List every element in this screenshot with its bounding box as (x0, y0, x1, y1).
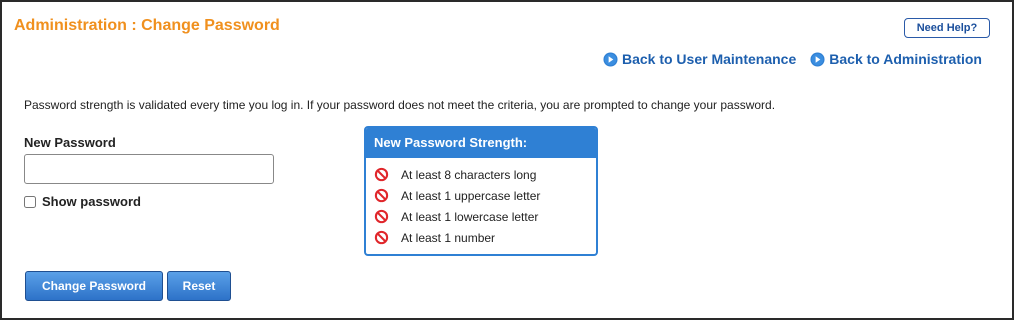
new-password-label: New Password (24, 135, 116, 150)
criteria-label: At least 1 lowercase letter (401, 209, 539, 224)
criteria-item: At least 1 uppercase letter (374, 185, 596, 206)
criteria-item: At least 1 number (374, 227, 596, 248)
reset-button[interactable]: Reset (167, 271, 231, 301)
nav-links: Back to User Maintenance Back to Adminis… (603, 51, 982, 67)
back-to-user-maintenance-label: Back to User Maintenance (621, 51, 797, 67)
prohibited-icon (374, 167, 389, 182)
arrow-right-circle-icon (810, 51, 825, 67)
change-password-button[interactable]: Change Password (25, 271, 163, 301)
criteria-label: At least 1 number (401, 230, 496, 245)
show-password-checkbox[interactable] (24, 195, 36, 208)
back-to-user-maintenance-link[interactable]: Back to User Maintenance (603, 51, 796, 67)
description-text: Password strength is validated every tim… (24, 98, 776, 112)
password-strength-panel: New Password Strength: At least 8 charac… (364, 126, 598, 256)
prohibited-icon (374, 209, 389, 224)
change-password-page: Administration : Change Password Need He… (0, 0, 1014, 320)
show-password-label: Show password (42, 194, 141, 209)
need-help-button[interactable]: Need Help? (904, 18, 990, 38)
arrow-right-circle-icon (603, 51, 618, 67)
new-password-input[interactable] (24, 154, 274, 184)
page-title: Administration : Change Password (14, 17, 280, 34)
criteria-list: At least 8 characters long At least 1 up… (366, 158, 596, 248)
password-strength-heading: New Password Strength: (366, 128, 596, 158)
criteria-label: At least 8 characters long (401, 167, 537, 182)
criteria-item: At least 8 characters long (374, 164, 596, 185)
prohibited-icon (374, 230, 389, 245)
criteria-label: At least 1 uppercase letter (401, 188, 541, 203)
show-password-toggle[interactable]: Show password (24, 194, 141, 209)
back-to-administration-label: Back to Administration (829, 51, 982, 67)
back-to-administration-link[interactable]: Back to Administration (810, 51, 982, 67)
prohibited-icon (374, 188, 389, 203)
criteria-item: At least 1 lowercase letter (374, 206, 596, 227)
